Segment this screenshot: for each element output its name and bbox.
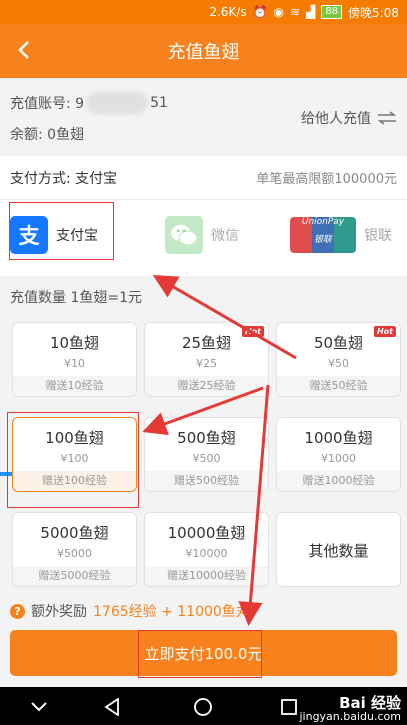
option-bonus: 赠送10000经验 <box>145 566 268 586</box>
option-price: ¥100 <box>60 452 89 465</box>
tab-alipay[interactable]: 支 支付宝 <box>10 212 98 258</box>
unionpay-logo-cn: 银联 <box>313 235 332 245</box>
option-bonus: 赠送1000经验 <box>277 471 400 491</box>
option-card-500[interactable]: 500鱼翅 ¥500 赠送500经验 <box>144 417 269 492</box>
recharge-for-others-label: 给他人充值 <box>301 111 371 127</box>
status-bar: 2.6K/s ⏰ ◉ ≋ ▟ 88 傍晚5:08 <box>0 0 407 24</box>
other-quantity-label: 其他数量 <box>308 542 369 560</box>
system-nav-bar: Bai 经验 jingyan.baidu.com <box>0 687 407 725</box>
pay-now-button[interactable]: 立即支付100.0元 <box>10 630 397 676</box>
option-bonus: 赠送10经验 <box>13 376 136 396</box>
recharge-for-others-button[interactable]: 给他人充值 <box>301 108 397 128</box>
option-amount: 100鱼翅 <box>45 429 104 447</box>
quantity-title: 充值数量 1鱼翅=1元 <box>10 290 142 306</box>
option-bonus: 赠送100经验 <box>13 471 136 491</box>
recent-square-icon[interactable] <box>278 696 300 718</box>
option-price: ¥1000 <box>321 452 356 465</box>
watermark-title: Bai 经验 <box>339 694 401 712</box>
option-card-25[interactable]: Hot 25鱼翅 ¥25 赠送25经验 <box>144 322 269 397</box>
network-speed: 2.6K/s <box>209 5 247 19</box>
unionpay-logo-text: UnionPay <box>301 217 345 227</box>
option-price: ¥10 <box>64 357 85 370</box>
back-icon[interactable] <box>10 36 38 64</box>
page-title: 充值鱼翅 <box>167 42 240 63</box>
option-bonus: 赠送25经验 <box>145 376 268 396</box>
option-price: ¥5000 <box>57 547 92 560</box>
tab-wechat[interactable]: 微信 <box>165 212 239 258</box>
alarm-icon: ⏰ <box>252 5 268 19</box>
tab-unionpay[interactable]: UnionPay 银联 银联 <box>290 212 392 258</box>
unionpay-icon: UnionPay 银联 <box>290 217 356 253</box>
option-amount: 5000鱼翅 <box>40 524 109 542</box>
eye-icon: ◉ <box>273 5 285 19</box>
battery-icon: 88 <box>321 5 343 19</box>
account-row: 充值账号: 9 51 <box>10 92 168 114</box>
option-price: ¥25 <box>196 357 217 370</box>
option-card-other[interactable]: 其他数量 <box>276 512 401 587</box>
extra-reward-label: 额外奖励 <box>31 604 87 620</box>
extra-reward-row: ? 额外奖励 1765经验 + 11000鱼丸 <box>10 601 250 621</box>
option-price: ¥50 <box>328 357 349 370</box>
watermark-url: jingyan.baidu.com <box>299 710 401 723</box>
account-suffix: 51 <box>150 95 168 111</box>
option-card-10000[interactable]: 10000鱼翅 ¥10000 赠送10000经验 <box>144 512 269 587</box>
swap-icon <box>377 111 397 125</box>
clock-text: 傍晚5:08 <box>348 5 399 20</box>
help-icon[interactable]: ? <box>10 603 25 619</box>
tab-wechat-label: 微信 <box>211 228 239 244</box>
payment-method-label: 支付方式: 支付宝 <box>10 170 118 187</box>
payment-method-tabs: 支 支付宝 微信 UnionPay 银联 银联 <box>0 200 407 476</box>
tab-unionpay-label: 银联 <box>364 228 392 244</box>
wifi-icon: ≋ <box>290 5 301 19</box>
tab-alipay-label: 支付宝 <box>56 228 98 244</box>
option-card-50[interactable]: Hot 50鱼翅 ¥50 赠送50经验 <box>276 322 401 397</box>
account-section: 充值账号: 9 51 余额: 0鱼翅 给他人充值 <box>0 78 407 154</box>
top-navbar: 充值鱼翅 <box>0 24 407 78</box>
option-amount: 500鱼翅 <box>177 429 236 447</box>
option-amount: 10鱼翅 <box>49 334 100 352</box>
wechat-icon <box>165 216 203 254</box>
back-triangle-icon[interactable] <box>101 696 123 718</box>
option-card-5000[interactable]: 5000鱼翅 ¥5000 赠送5000经验 <box>12 512 137 587</box>
option-price: ¥500 <box>192 452 221 465</box>
payment-limit-text: 单笔最高限额100000元 <box>256 172 397 187</box>
option-card-100-selected[interactable]: 100鱼翅 ¥100 赠送100经验 <box>12 417 137 492</box>
account-label: 充值账号: 9 <box>10 96 85 112</box>
option-amount: 10000鱼翅 <box>167 524 246 542</box>
option-price: ¥10000 <box>185 547 228 560</box>
extra-reward-value: 1765经验 + 11000鱼丸 <box>93 604 250 620</box>
home-circle-icon[interactable] <box>192 696 214 718</box>
signal-icon: ▟ <box>306 5 316 19</box>
option-amount: 1000鱼翅 <box>304 429 373 447</box>
option-bonus: 赠送500经验 <box>145 471 268 491</box>
option-card-1000[interactable]: 1000鱼翅 ¥1000 赠送1000经验 <box>276 417 401 492</box>
hot-badge: Hot <box>241 326 264 337</box>
option-bonus: 赠送50经验 <box>277 376 400 396</box>
watermark: Bai 经验 jingyan.baidu.com <box>299 694 401 724</box>
svg-text:支: 支 <box>19 224 41 248</box>
alipay-icon: 支 <box>10 216 48 254</box>
account-number-blurred <box>86 92 149 114</box>
balance-text: 余额: 0鱼翅 <box>10 127 85 143</box>
option-card-10[interactable]: 10鱼翅 ¥10 赠送10经验 <box>12 322 137 397</box>
payment-method-row: 支付方式: 支付宝 单笔最高限额100000元 <box>0 156 407 200</box>
chevron-down-icon[interactable] <box>28 696 50 718</box>
option-bonus: 赠送5000经验 <box>13 566 136 586</box>
hot-badge: Hot <box>373 326 396 337</box>
